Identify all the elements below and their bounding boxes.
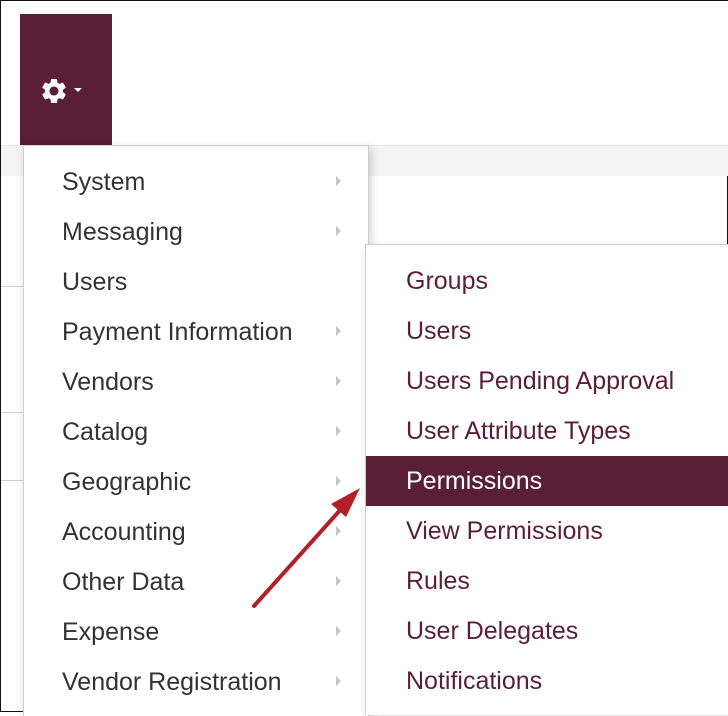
settings-dropdown-menu: System Messaging Users Payment Informati…: [23, 145, 369, 716]
submenu-item-users-pending-approval[interactable]: Users Pending Approval: [366, 356, 728, 406]
menu-item-other-data[interactable]: Other Data: [24, 557, 368, 607]
menu-item-label: Other Data: [62, 568, 185, 596]
submenu-item-groups[interactable]: Groups: [366, 256, 728, 306]
menu-item-label: Geographic: [62, 468, 192, 496]
menu-item-catalog[interactable]: Catalog: [24, 407, 368, 457]
caret-down-icon: [74, 88, 82, 92]
submenu-item-user-delegates[interactable]: User Delegates: [366, 606, 728, 656]
chevron-right-icon: [336, 226, 341, 236]
settings-menu-button[interactable]: [20, 14, 112, 145]
menu-item-label: Users: [62, 268, 128, 296]
chevron-right-icon: [336, 626, 341, 636]
menu-item-messaging[interactable]: Messaging: [24, 207, 368, 257]
submenu-item-view-permissions[interactable]: View Permissions: [366, 506, 728, 556]
chevron-right-icon: [336, 326, 341, 336]
submenu-item-label: View Permissions: [406, 517, 603, 545]
menu-item-system[interactable]: System: [24, 157, 368, 207]
menu-item-label: Payment Information: [62, 318, 293, 346]
chevron-right-icon: [336, 526, 341, 536]
submenu-item-label: Users Pending Approval: [406, 367, 675, 395]
users-submenu: Groups Users Users Pending Approval User…: [365, 244, 728, 715]
menu-item-accounting[interactable]: Accounting: [24, 507, 368, 557]
submenu-item-label: Groups: [406, 267, 488, 295]
menu-item-expense[interactable]: Expense: [24, 607, 368, 657]
submenu-item-label: Users: [406, 317, 472, 345]
chevron-right-icon: [336, 426, 341, 436]
chevron-right-icon: [336, 676, 341, 686]
submenu-item-notifications[interactable]: Notifications: [366, 656, 728, 706]
submenu-item-label: User Attribute Types: [406, 417, 631, 445]
menu-item-vendor-registration[interactable]: Vendor Registration: [24, 657, 368, 707]
submenu-item-label: Permissions: [406, 467, 543, 495]
menu-item-label: Accounting: [62, 518, 186, 546]
chevron-right-icon: [336, 376, 341, 386]
menu-item-payment-information[interactable]: Payment Information: [24, 307, 368, 357]
menu-item-geographic[interactable]: Geographic: [24, 457, 368, 507]
background-divider: [1, 412, 25, 413]
menu-item-label: Vendors: [62, 368, 154, 396]
submenu-item-label: User Delegates: [406, 617, 579, 645]
menu-item-users[interactable]: Users: [24, 257, 368, 307]
gear-icon: [42, 79, 66, 103]
menu-item-label: Expense: [62, 618, 160, 646]
chevron-right-icon: [336, 576, 341, 586]
submenu-item-users[interactable]: Users: [366, 306, 728, 356]
menu-item-label: Catalog: [62, 418, 149, 446]
menu-item-vendors[interactable]: Vendors: [24, 357, 368, 407]
chevron-right-icon: [336, 176, 341, 186]
chevron-right-icon: [336, 476, 341, 486]
submenu-item-label: Rules: [406, 567, 470, 595]
background-divider: [1, 286, 25, 287]
submenu-item-rules[interactable]: Rules: [366, 556, 728, 606]
submenu-item-permissions[interactable]: Permissions: [366, 456, 728, 506]
menu-item-label: Messaging: [62, 218, 183, 246]
menu-item-label: Vendor Registration: [62, 668, 282, 696]
submenu-item-user-attribute-types[interactable]: User Attribute Types: [366, 406, 728, 456]
background-divider: [1, 480, 25, 481]
submenu-item-label: Notifications: [406, 667, 543, 695]
menu-item-label: System: [62, 168, 146, 196]
